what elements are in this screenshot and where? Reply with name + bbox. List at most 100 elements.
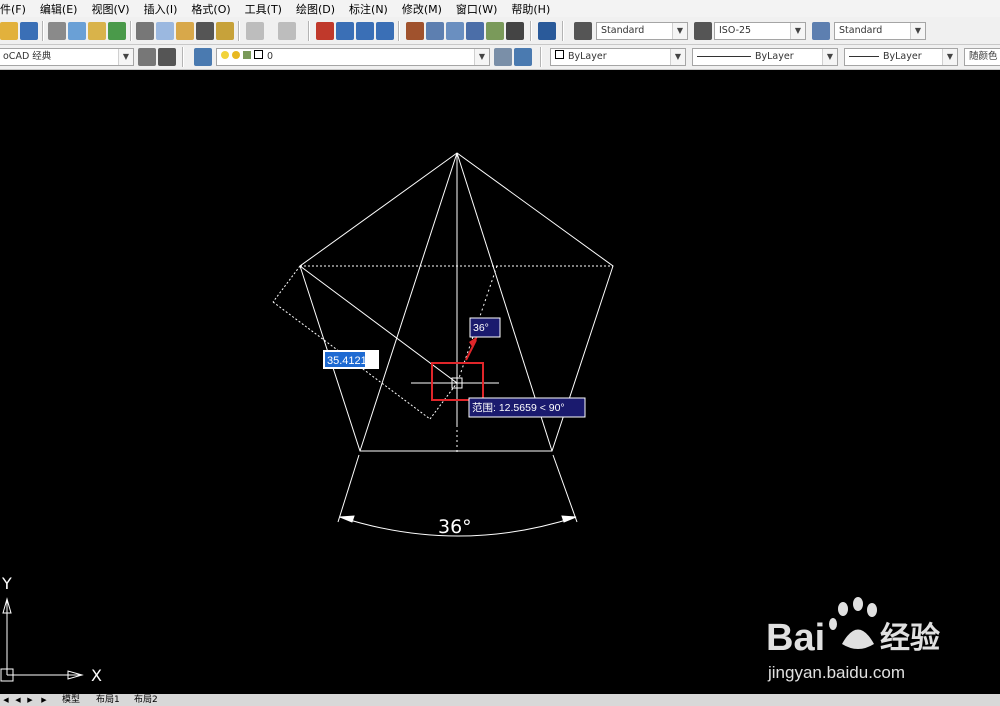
- toolbar-separator: [540, 47, 542, 67]
- color-swatch-icon: [254, 50, 263, 59]
- ucs-icon: [0, 597, 84, 682]
- design-center-icon[interactable]: [426, 22, 444, 40]
- text-style-icon[interactable]: [574, 22, 592, 40]
- 3d-dwf-icon[interactable]: [108, 22, 126, 40]
- drawing-canvas[interactable]: 35.4121 36° 范围: 12.5659 < 90° 36° Y X Ba…: [0, 70, 1000, 694]
- cut-icon[interactable]: [136, 22, 154, 40]
- properties-icon[interactable]: [406, 22, 424, 40]
- calculator-icon[interactable]: [506, 22, 524, 40]
- menu-edit[interactable]: 编辑(E): [40, 1, 78, 17]
- undo-icon[interactable]: [246, 22, 264, 40]
- chevron-down-icon: ▼: [942, 49, 957, 65]
- toolbar-separator: [130, 21, 132, 41]
- workspace-settings-icon[interactable]: [138, 48, 156, 66]
- menu-modify[interactable]: 修改(M): [402, 1, 442, 17]
- menu-bar: 件(F) 编辑(E) 视图(V) 插入(I) 格式(O) 工具(T) 绘图(D)…: [0, 0, 1000, 17]
- publish-icon[interactable]: [88, 22, 106, 40]
- watermark-brand: Bai: [766, 617, 825, 659]
- paw-icon: [829, 597, 877, 649]
- dim-style-icon[interactable]: [694, 22, 712, 40]
- chevron-down-icon: ▼: [822, 49, 837, 65]
- toolbar-separator: [562, 21, 564, 41]
- angle-dimension-text: 36°: [438, 516, 472, 538]
- make-layer-current-icon[interactable]: [494, 48, 512, 66]
- watermark-url: jingyan.baidu.com: [767, 663, 905, 682]
- red-arrow-icon: [465, 336, 478, 361]
- layer-select[interactable]: 0 ▼: [216, 48, 490, 66]
- menu-view[interactable]: 视图(V): [91, 1, 129, 17]
- toolbar-separator: [238, 21, 240, 41]
- angle-extension-left: [337, 454, 360, 523]
- menu-help[interactable]: 帮助(H): [511, 1, 550, 17]
- zoom-previous-icon[interactable]: [376, 22, 394, 40]
- ucs-y-label: Y: [1, 574, 12, 593]
- redo-icon[interactable]: [278, 22, 296, 40]
- arrowhead-left: [339, 515, 355, 523]
- menu-file[interactable]: 件(F): [0, 1, 26, 17]
- toolbar-separator: [42, 21, 44, 41]
- first-tab-icon[interactable]: ◀: [2, 695, 10, 705]
- baidu-watermark: Bai 经验 jingyan.baidu.com: [766, 597, 940, 682]
- zoom-window-icon[interactable]: [356, 22, 374, 40]
- print-preview-icon[interactable]: [68, 22, 86, 40]
- toolbar-separator: [308, 21, 310, 41]
- chevron-down-icon: ▼: [910, 23, 925, 39]
- tab-layout1[interactable]: 布局1: [96, 694, 120, 706]
- layout-tabs-bar: ◀ ◀ ▶ ▶ 模型 布局1 布局2: [0, 694, 1000, 706]
- previous-tab-icon[interactable]: ◀: [14, 695, 22, 705]
- angle-tooltip-text: 36°: [473, 322, 489, 334]
- polar-tooltip-text: 范围: 12.5659 < 90°: [472, 401, 565, 414]
- menu-insert[interactable]: 插入(I): [144, 1, 178, 17]
- paste-icon[interactable]: [176, 22, 194, 40]
- layers-toolbar: oCAD 经典 ▼ 0 ▼ ByLayer ▼ ByLayer ▼ ByLayer ▼ …: [0, 45, 1000, 70]
- menu-tools[interactable]: 工具(T): [245, 1, 282, 17]
- next-tab-icon[interactable]: ▶: [26, 695, 34, 705]
- menu-window[interactable]: 窗口(W): [456, 1, 497, 17]
- layer-manager-icon[interactable]: [194, 48, 212, 66]
- table-style-icon[interactable]: [812, 22, 830, 40]
- workspace-select[interactable]: oCAD 经典 ▼: [0, 48, 134, 66]
- dim-style-select[interactable]: ISO-25 ▼: [714, 22, 806, 40]
- lock-icon: [243, 51, 251, 59]
- text-style-select[interactable]: Standard ▼: [596, 22, 688, 40]
- linetype-select[interactable]: ByLayer ▼: [692, 48, 838, 66]
- lineweight-select[interactable]: ByLayer ▼: [844, 48, 958, 66]
- color-swatch-icon: [555, 50, 564, 59]
- help-icon[interactable]: [538, 22, 556, 40]
- chevron-down-icon: ▼: [790, 23, 805, 39]
- tool-palettes-icon[interactable]: [446, 22, 464, 40]
- toolbar-separator: [398, 21, 400, 41]
- new-icon[interactable]: [0, 22, 18, 40]
- layer-previous-icon[interactable]: [514, 48, 532, 66]
- line-sample-icon: [849, 56, 879, 57]
- chevron-down-icon: ▼: [670, 49, 685, 65]
- print-icon[interactable]: [48, 22, 66, 40]
- chevron-down-icon: ▼: [118, 49, 133, 65]
- save-icon[interactable]: [20, 22, 38, 40]
- plot-style-select[interactable]: 随颜色: [964, 48, 1000, 66]
- standard-toolbar: Standard ▼ ISO-25 ▼ Standard ▼: [0, 17, 1000, 45]
- my-workspace-icon[interactable]: [158, 48, 176, 66]
- menu-dimension[interactable]: 标注(N): [349, 1, 388, 17]
- pan-icon[interactable]: [316, 22, 334, 40]
- menu-format[interactable]: 格式(O): [191, 1, 230, 17]
- block-editor-icon[interactable]: [216, 22, 234, 40]
- markup-icon[interactable]: [486, 22, 504, 40]
- angle-extension-right: [552, 454, 578, 523]
- length-input-value[interactable]: 35.4121: [327, 355, 367, 367]
- dimension-extension-line: [272, 265, 301, 303]
- ucs-x-label: X: [91, 666, 102, 685]
- color-select[interactable]: ByLayer ▼: [550, 48, 686, 66]
- copy-icon[interactable]: [156, 22, 174, 40]
- sun-icon: [232, 51, 240, 59]
- chevron-down-icon: ▼: [474, 49, 489, 65]
- zoom-realtime-icon[interactable]: [336, 22, 354, 40]
- tab-model[interactable]: 模型: [62, 694, 80, 706]
- tab-layout2[interactable]: 布局2: [134, 694, 158, 706]
- table-style-select[interactable]: Standard ▼: [834, 22, 926, 40]
- sheet-set-icon[interactable]: [466, 22, 484, 40]
- last-tab-icon[interactable]: ▶: [40, 695, 48, 705]
- watermark-brand-cn: 经验: [880, 621, 940, 656]
- match-properties-icon[interactable]: [196, 22, 214, 40]
- menu-draw[interactable]: 绘图(D): [296, 1, 335, 17]
